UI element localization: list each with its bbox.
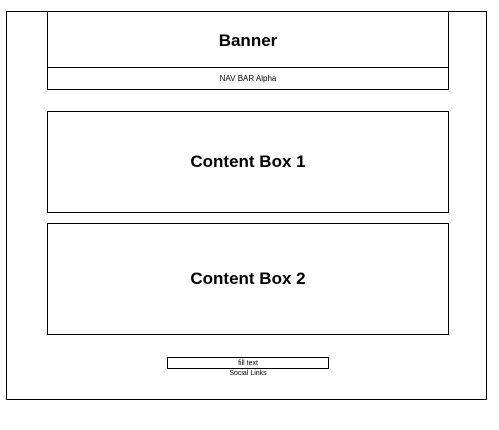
nav-bar[interactable]: NAV BAR Alpha bbox=[47, 67, 449, 90]
social-links[interactable]: Social Links bbox=[167, 370, 329, 377]
page-frame: Banner NAV BAR Alpha Content Box 1 Conte… bbox=[6, 11, 487, 400]
content-box-1: Content Box 1 bbox=[47, 111, 449, 213]
banner-title: Banner bbox=[218, 30, 278, 50]
content-box-1-title: Content Box 1 bbox=[190, 152, 306, 171]
banner: Banner bbox=[47, 11, 449, 68]
fill-text-box: fill text bbox=[167, 357, 329, 369]
content-box-2-title: Content Box 2 bbox=[190, 269, 306, 288]
content-box-2: Content Box 2 bbox=[47, 223, 449, 335]
nav-bar-label: NAV BAR Alpha bbox=[219, 74, 277, 83]
fill-text-label: fill text bbox=[238, 359, 258, 367]
